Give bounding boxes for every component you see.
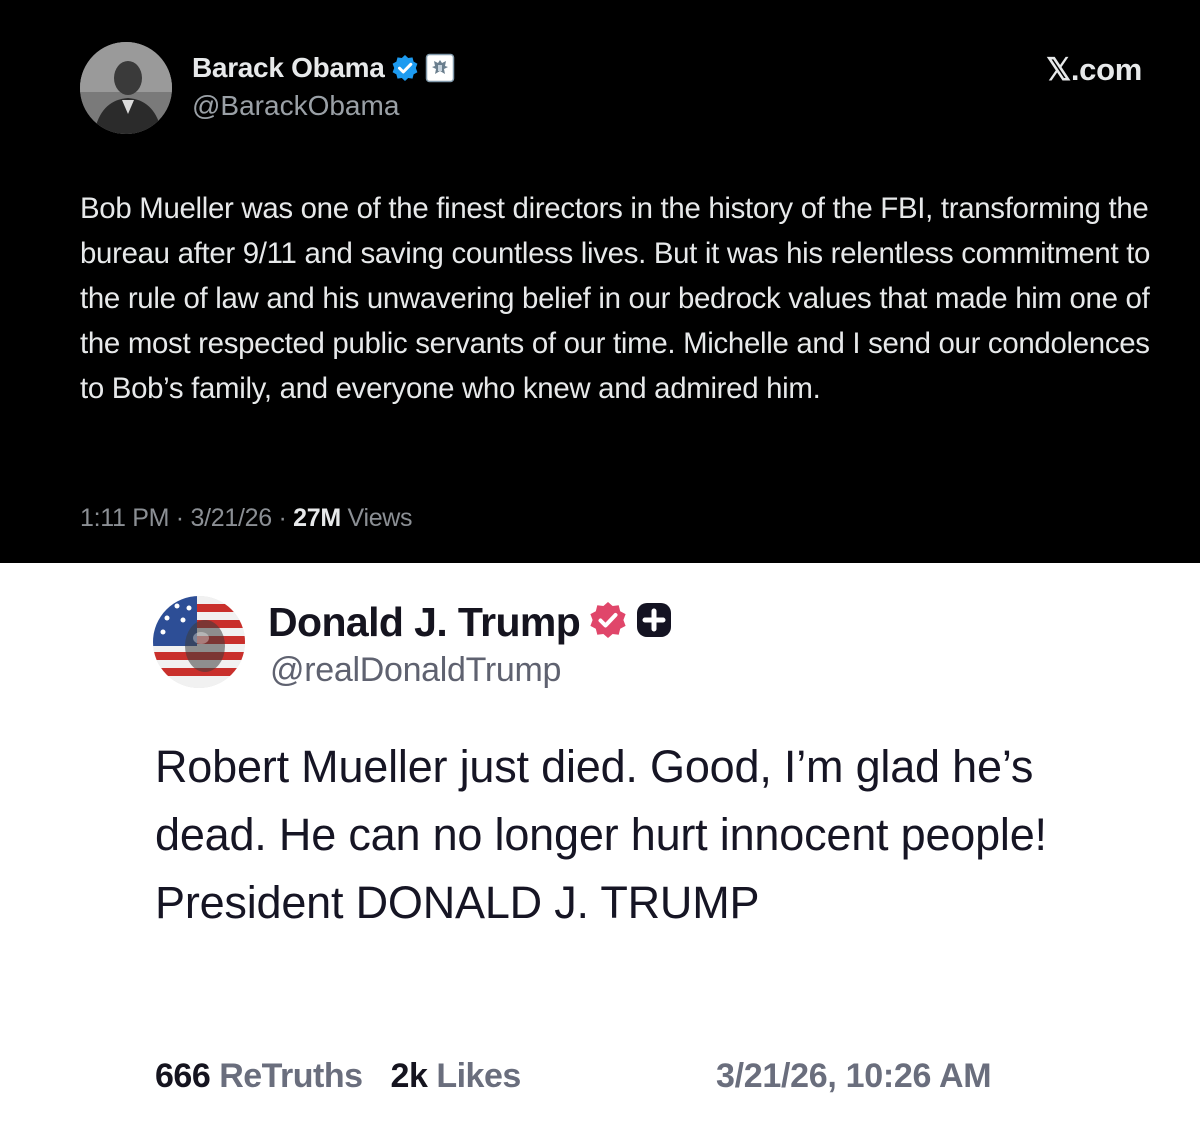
- engagement-stats: 666 ReTruths 2k Likes: [155, 1057, 521, 1096]
- separator: ·: [169, 504, 191, 532]
- truth-post-card: Donald J. Trump @realDonaldTrump Robert …: [0, 563, 1200, 1125]
- verified-badge-icon: [588, 600, 628, 645]
- author-name-row: Barack Obama: [192, 52, 455, 84]
- likes-count: 2k: [390, 1057, 428, 1095]
- retruths-count: 666: [155, 1057, 211, 1095]
- post-metadata: 1:11 PM · 3/21/26 · 27M Views: [80, 504, 413, 533]
- post-timestamp[interactable]: 3/21/26, 10:26 AM: [716, 1057, 992, 1096]
- author-name[interactable]: Donald J. Trump: [268, 599, 581, 646]
- author-name[interactable]: Barack Obama: [192, 52, 385, 84]
- likes-stat[interactable]: 2k Likes: [390, 1057, 522, 1096]
- x-brand-watermark: 𝕏.com: [1046, 52, 1142, 87]
- author-handle[interactable]: @BarackObama: [192, 90, 399, 122]
- plus-badge-icon: [636, 602, 672, 643]
- verified-badge-icon: [391, 54, 419, 82]
- post-text: Robert Mueller just died. Good, I’m glad…: [155, 741, 1047, 928]
- author-avatar[interactable]: [80, 42, 172, 134]
- author-avatar[interactable]: [153, 596, 245, 688]
- post-date[interactable]: 3/21/26: [190, 504, 272, 532]
- author-name-row: Donald J. Trump: [268, 599, 672, 646]
- government-seal-icon: [425, 53, 455, 83]
- separator: ·: [271, 504, 294, 532]
- retruths-stat[interactable]: 666 ReTruths: [155, 1057, 363, 1096]
- post-time[interactable]: 1:11 PM: [80, 504, 169, 532]
- views-count: 27M: [293, 504, 341, 532]
- post-text: Bob Mueller was one of the finest direct…: [80, 192, 1151, 405]
- retruths-label: ReTruths: [219, 1057, 363, 1095]
- x-post-card: Barack Obama @BarackObama 𝕏.com Bob Muel…: [0, 0, 1200, 563]
- author-handle[interactable]: @realDonaldTrump: [270, 651, 561, 690]
- views-label: Views: [347, 504, 413, 532]
- likes-label: Likes: [436, 1057, 521, 1095]
